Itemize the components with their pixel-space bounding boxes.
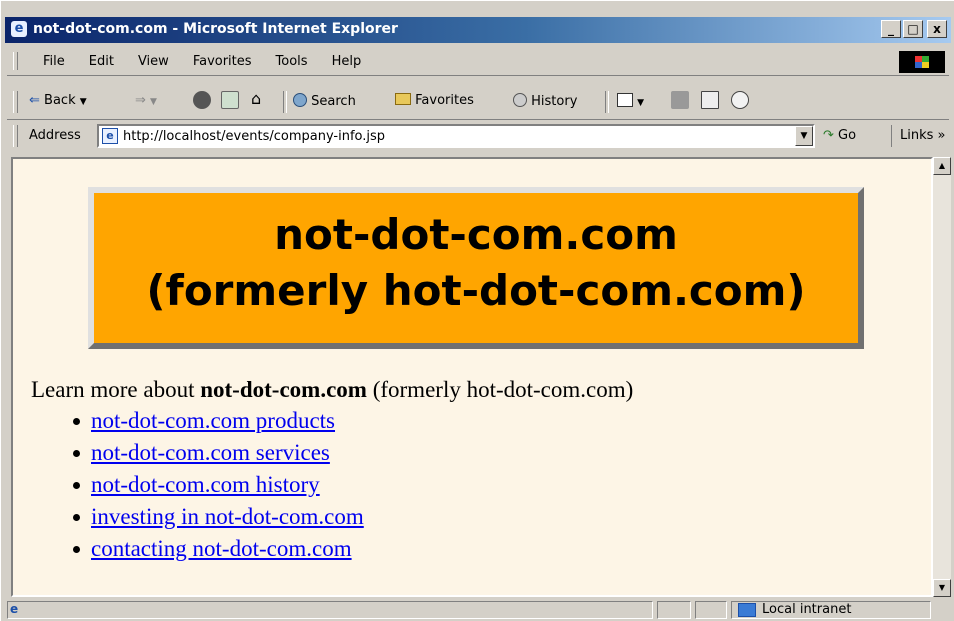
edit-icon[interactable] [701,91,719,109]
standard-toolbar: ⇐ Back ▼ ⇒ ▼ ⌂ Search Favorites History … [7,85,949,120]
go-arrow-icon: ↷ [823,128,834,143]
history-icon [513,93,527,107]
page-status-icon: e [10,602,19,616]
favorites-button[interactable]: Favorites [395,93,474,108]
address-dropdown-icon[interactable]: ▼ [795,126,813,146]
chevron-down-icon: ▼ [637,98,645,108]
list-item: contacting not-dot-com.com [73,533,364,565]
history-button[interactable]: History [513,93,577,109]
close-button[interactable]: x [927,20,947,38]
vertical-scrollbar[interactable]: ▲ ▼ [933,157,951,597]
browser-window: e not-dot-com.com - Microsoft Internet E… [0,0,954,621]
windows-logo-icon [899,51,945,73]
links-button[interactable]: Links » [891,125,945,147]
address-label: Address [29,128,81,143]
status-panel [695,601,727,619]
menu-help[interactable]: Help [320,54,374,69]
address-input[interactable] [123,127,783,145]
investing-link[interactable]: investing in not-dot-com.com [91,504,364,529]
services-link[interactable]: not-dot-com.com services [91,440,330,465]
history-label: History [531,94,578,109]
window-controls: _ □ x [881,20,947,38]
toolbar-separator [605,91,609,113]
zone-label: Local intranet [762,602,852,617]
title-bar[interactable]: e not-dot-com.com - Microsoft Internet E… [5,17,951,43]
maximize-button[interactable]: □ [903,20,923,38]
toolbar-grip[interactable] [13,52,18,70]
status-panel [657,601,691,619]
window-title: not-dot-com.com - Microsoft Internet Exp… [33,21,398,37]
mail-button[interactable]: ▼ [617,93,644,109]
toolbar-separator [283,91,287,113]
banner-subtitle: (formerly hot-dot-com.com) [146,266,806,315]
print-icon[interactable] [671,91,689,109]
status-text-panel: e [7,601,653,619]
intro-company-name: not-dot-com.com [200,377,367,402]
menu-view[interactable]: View [126,54,181,69]
toolbar-grip[interactable] [13,91,18,113]
address-field[interactable]: e ▼ [97,124,815,148]
company-banner: not-dot-com.com (formerly hot-dot-com.co… [88,187,864,349]
search-label: Search [311,94,356,109]
list-item: not-dot-com.com history [73,469,364,501]
history-link[interactable]: not-dot-com.com history [91,472,320,497]
forward-button[interactable]: ⇒ ▼ [135,93,157,108]
contacting-link[interactable]: contacting not-dot-com.com [91,536,352,561]
favorites-folder-icon [395,93,411,105]
search-icon [293,93,307,107]
go-button[interactable]: ↷ Go [823,128,856,143]
menu-edit[interactable]: Edit [77,54,126,69]
minimize-button[interactable]: _ [881,20,901,38]
list-item: investing in not-dot-com.com [73,501,364,533]
menu-file[interactable]: File [31,54,77,69]
menu-favorites[interactable]: Favorites [181,54,264,69]
stop-icon[interactable] [193,91,211,109]
ie-logo-icon: e [11,21,27,37]
back-button[interactable]: ⇐ Back ▼ [29,93,87,108]
favorites-label: Favorites [415,93,474,108]
discuss-icon[interactable] [731,91,749,109]
scroll-down-button[interactable]: ▼ [933,579,951,597]
list-item: not-dot-com.com products [73,405,364,437]
address-bar: Address e ▼ ↷ Go Links » [7,121,949,151]
search-button[interactable]: Search [293,93,356,109]
toolbar-grip[interactable] [13,125,18,147]
menu-tools[interactable]: Tools [264,54,320,69]
page-content: not-dot-com.com (formerly hot-dot-com.co… [11,157,933,597]
list-item: not-dot-com.com services [73,437,364,469]
chevron-down-icon: ▼ [150,97,157,107]
security-zone: Local intranet [731,601,931,619]
company-links-list: not-dot-com.com products not-dot-com.com… [73,405,364,565]
page-icon: e [102,128,118,144]
menu-bar: File Edit View Favorites Tools Help [7,49,949,76]
home-icon[interactable]: ⌂ [251,89,261,108]
intro-suffix: (formerly hot-dot-com.com) [366,377,634,402]
refresh-icon[interactable] [221,91,239,109]
intro-prefix: Learn more about [31,377,201,402]
back-arrow-icon: ⇐ [29,93,40,108]
products-link[interactable]: not-dot-com.com products [91,408,335,433]
banner-title: not-dot-com.com [274,210,678,259]
intranet-icon [738,603,756,617]
mail-icon [617,93,633,107]
chevron-down-icon: ▼ [79,97,87,107]
forward-arrow-icon: ⇒ [135,93,146,108]
back-label: Back [44,93,76,108]
go-label: Go [838,128,857,143]
intro-text: Learn more about not-dot-com.com (former… [31,377,633,403]
status-bar: e Local intranet [7,599,949,621]
scroll-up-button[interactable]: ▲ [933,157,951,175]
